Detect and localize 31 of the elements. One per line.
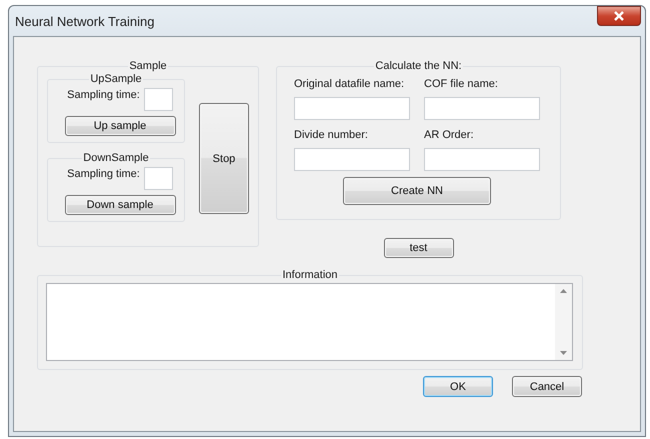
field-label: AR Order: [424, 128, 474, 142]
group-title: UpSample [89, 73, 143, 86]
dialog-button[interactable]: OK [423, 376, 493, 397]
input-field[interactable] [294, 97, 410, 120]
stop-button[interactable]: Stop [199, 103, 249, 214]
create-nn-button[interactable]: Create NN [343, 177, 491, 205]
test-button[interactable]: test [384, 238, 454, 258]
sample-button[interactable]: Up sample [64, 116, 176, 136]
input-field[interactable] [424, 148, 540, 171]
group-title: Information [281, 269, 339, 282]
input-field[interactable] [144, 88, 173, 111]
field-label: Sampling time: [67, 167, 140, 181]
field-label: Sampling time: [67, 88, 140, 102]
input-field[interactable] [424, 97, 540, 120]
information-text-area[interactable] [46, 283, 573, 361]
group-title: Calculate the NN: [374, 60, 463, 73]
input-field[interactable] [144, 167, 173, 190]
group-title: DownSample [82, 152, 150, 165]
dialog-button[interactable]: Cancel [512, 376, 582, 397]
group-title: Sample [128, 60, 168, 73]
sample-button[interactable]: Down sample [64, 195, 176, 215]
field-label: Divide number: [294, 128, 368, 142]
scroll-down-icon[interactable] [560, 351, 567, 355]
scrollbar[interactable] [555, 284, 572, 360]
scroll-up-icon[interactable] [560, 289, 567, 293]
close-button[interactable] [597, 6, 641, 26]
input-field[interactable] [294, 148, 410, 171]
field-label: COF file name: [424, 77, 498, 91]
field-label: Original datafile name: [294, 77, 404, 91]
close-icon [613, 11, 625, 21]
window-title: Neural Network Training [15, 14, 154, 28]
